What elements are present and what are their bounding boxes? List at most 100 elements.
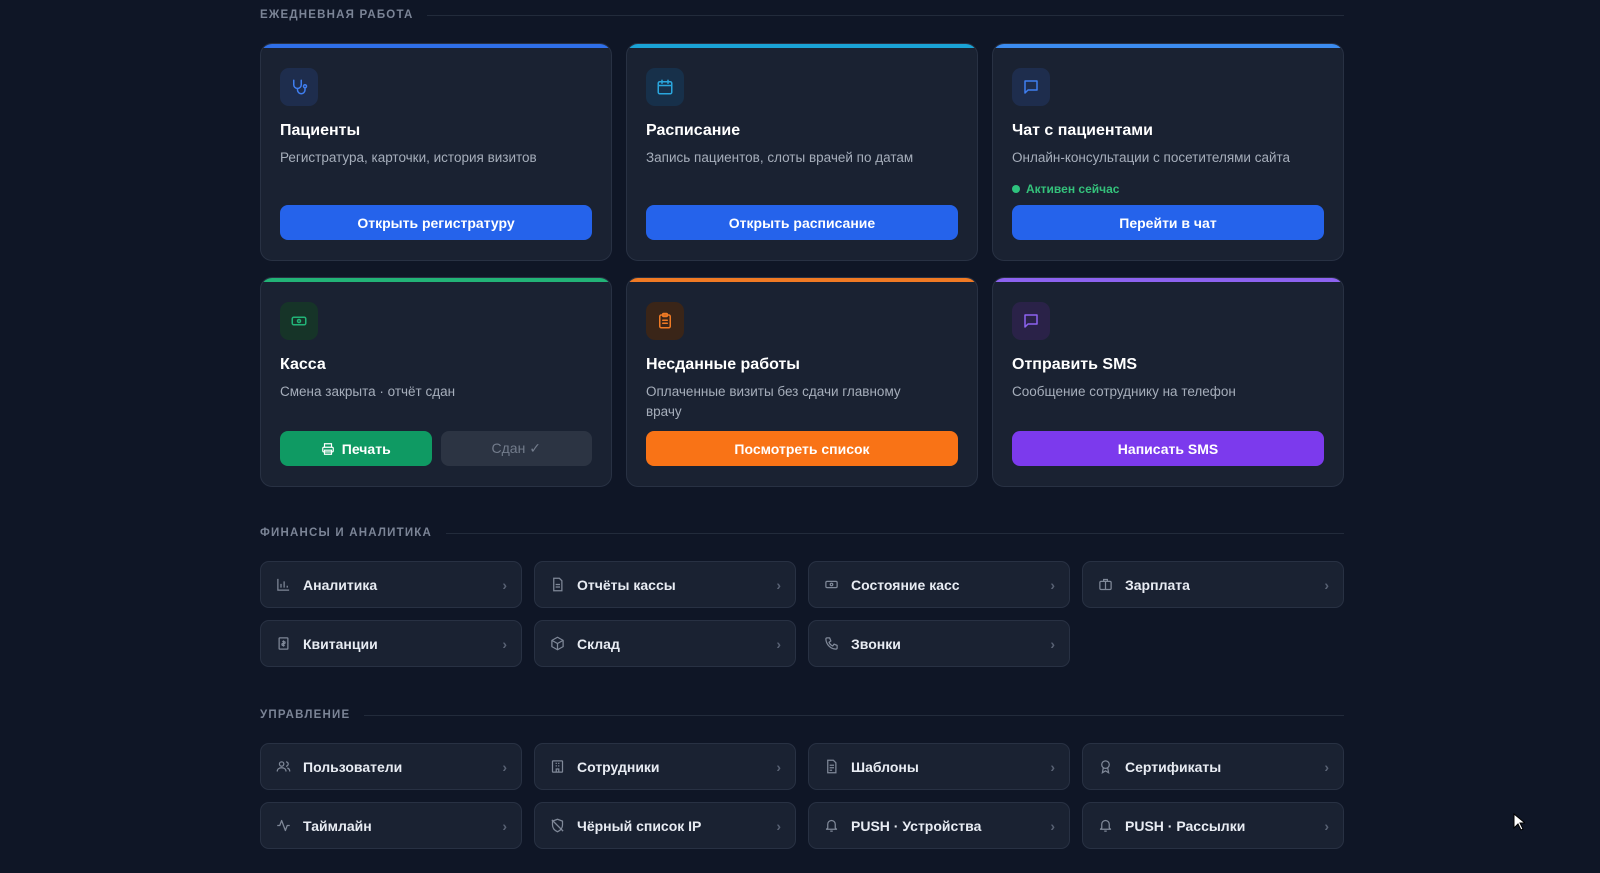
nav-employees[interactable]: Сотрудники › xyxy=(534,743,796,790)
section-finance: ФИНАНСЫ И АНАЛИТИКА xyxy=(260,518,1344,548)
phone-icon xyxy=(823,636,839,652)
nav-users[interactable]: Пользователи › xyxy=(260,743,522,790)
clipboard-icon xyxy=(646,302,684,340)
chevron-right-icon: › xyxy=(1050,635,1055,652)
nav-timeline[interactable]: Таймлайн › xyxy=(260,802,522,849)
print-button-label: Печать xyxy=(341,440,391,457)
item-label: Склад xyxy=(577,635,620,652)
card-unsubmitted-works: Несданные работы Оплаченные визиты без с… xyxy=(626,277,978,487)
card-send-sms: Отправить SMS Сообщение сотруднику на те… xyxy=(992,277,1344,487)
chevron-right-icon: › xyxy=(776,635,781,652)
chevron-right-icon: › xyxy=(502,758,507,775)
chevron-right-icon: › xyxy=(1324,576,1329,593)
card-title: Пациенты xyxy=(280,122,361,139)
item-label: Отчёты кассы xyxy=(577,576,676,593)
daily-cards-row-1: Пациенты Регистратура, карточки, история… xyxy=(260,43,1344,261)
nav-cashbox-status[interactable]: Состояние касс › xyxy=(808,561,1070,608)
chevron-right-icon: › xyxy=(1324,758,1329,775)
card-title: Расписание xyxy=(646,122,741,139)
section-daily: ЕЖЕДНЕВНАЯ РАБОТА xyxy=(260,0,1344,30)
cashbox-actions: Печать Сдан ✓ xyxy=(280,431,592,466)
stethoscope-icon xyxy=(280,68,318,106)
item-label: Звонки xyxy=(851,635,901,652)
chevron-right-icon: › xyxy=(1050,758,1055,775)
divider xyxy=(446,532,1344,534)
nav-warehouse[interactable]: Склад › xyxy=(534,620,796,667)
item-label: PUSH · Рассылки xyxy=(1125,817,1246,834)
card-description: Сообщение сотруднику на телефон xyxy=(1012,384,1236,399)
section-finance-title: ФИНАНСЫ И АНАЛИТИКА xyxy=(260,527,433,539)
section-management: УПРАВЛЕНИЕ xyxy=(260,700,1344,730)
open-schedule-button[interactable]: Открыть расписание xyxy=(646,205,958,240)
card-description: Смена закрыта · отчёт сдан xyxy=(280,384,456,399)
template-icon xyxy=(823,759,839,775)
chevron-right-icon: › xyxy=(502,635,507,652)
nav-ip-blacklist[interactable]: Чёрный список IP › xyxy=(534,802,796,849)
briefcase-icon xyxy=(1097,577,1113,593)
chevron-right-icon: › xyxy=(502,576,507,593)
item-label: PUSH · Устройства xyxy=(851,817,982,834)
nav-push-mailings[interactable]: PUSH · Рассылки › xyxy=(1082,802,1344,849)
nav-push-devices[interactable]: PUSH · Устройства › xyxy=(808,802,1070,849)
nav-certificates[interactable]: Сертификаты › xyxy=(1082,743,1344,790)
dashboard: ЕЖЕДНЕВНАЯ РАБОТА Пациенты Регистратура,… xyxy=(260,0,1344,849)
item-label: Чёрный список IP xyxy=(577,817,702,834)
chevron-right-icon: › xyxy=(776,758,781,775)
chevron-right-icon: › xyxy=(1050,817,1055,834)
card-title: Касса xyxy=(280,356,326,373)
divider xyxy=(427,14,1344,16)
mouse-cursor-icon xyxy=(1513,813,1525,831)
cash-icon xyxy=(823,577,839,593)
nav-receipts[interactable]: Квитанции › xyxy=(260,620,522,667)
item-label: Сотрудники xyxy=(577,758,660,775)
card-cashbox: Касса Смена закрыта · отчёт сдан Печать … xyxy=(260,277,612,487)
activity-icon xyxy=(275,818,291,834)
open-registry-button[interactable]: Открыть регистратуру xyxy=(280,205,592,240)
item-label: Шаблоны xyxy=(851,758,919,775)
chevron-right-icon: › xyxy=(1324,817,1329,834)
printer-icon xyxy=(321,442,335,456)
nav-templates[interactable]: Шаблоны › xyxy=(808,743,1070,790)
card-schedule: Расписание Запись пациентов, слоты враче… xyxy=(626,43,978,261)
receipt-icon xyxy=(275,636,291,652)
section-daily-title: ЕЖЕДНЕВНАЯ РАБОТА xyxy=(260,9,414,21)
print-button[interactable]: Печать xyxy=(280,431,432,466)
nav-calls[interactable]: Звонки › xyxy=(808,620,1070,667)
card-description: Оплаченные визиты без сдачи главному вра… xyxy=(646,384,901,419)
cash-icon xyxy=(280,302,318,340)
nav-salary[interactable]: Зарплата › xyxy=(1082,561,1344,608)
item-label: Пользователи xyxy=(303,758,403,775)
card-accent-bar xyxy=(627,44,977,48)
item-label: Таймлайн xyxy=(303,817,372,834)
go-to-chat-button[interactable]: Перейти в чат xyxy=(1012,205,1324,240)
card-patients: Пациенты Регистратура, карточки, история… xyxy=(260,43,612,261)
chevron-right-icon: › xyxy=(776,576,781,593)
nav-cash-reports[interactable]: Отчёты кассы › xyxy=(534,561,796,608)
card-accent-bar xyxy=(993,278,1343,282)
message-icon xyxy=(1012,302,1050,340)
card-description: Регистратура, карточки, история визитов xyxy=(280,150,537,165)
card-title: Чат с пациентами xyxy=(1012,122,1153,139)
card-accent-bar xyxy=(261,278,611,282)
chevron-right-icon: › xyxy=(776,817,781,834)
daily-cards-row-2: Касса Смена закрыта · отчёт сдан Печать … xyxy=(260,277,1344,487)
card-description: Запись пациентов, слоты врачей по датам xyxy=(646,150,914,165)
item-label: Аналитика xyxy=(303,576,378,593)
item-label: Состояние касс xyxy=(851,576,960,593)
nav-analytics[interactable]: Аналитика › xyxy=(260,561,522,608)
bell-icon xyxy=(1097,818,1113,834)
bar-chart-icon xyxy=(275,577,291,593)
calendar-icon xyxy=(646,68,684,106)
bell-icon xyxy=(823,818,839,834)
submitted-button[interactable]: Сдан ✓ xyxy=(440,431,592,466)
item-label: Сертификаты xyxy=(1125,758,1222,775)
write-sms-button[interactable]: Написать SMS xyxy=(1012,431,1324,466)
card-description: Онлайн-консультации с посетителями сайта xyxy=(1012,150,1291,165)
document-icon xyxy=(549,577,565,593)
management-list: Пользователи › Сотрудники › Шаблоны › Се… xyxy=(260,743,1344,849)
section-management-title: УПРАВЛЕНИЕ xyxy=(260,709,351,721)
view-list-button[interactable]: Посмотреть список xyxy=(646,431,958,466)
card-accent-bar xyxy=(627,278,977,282)
card-accent-bar xyxy=(993,44,1343,48)
chevron-right-icon: › xyxy=(502,817,507,834)
